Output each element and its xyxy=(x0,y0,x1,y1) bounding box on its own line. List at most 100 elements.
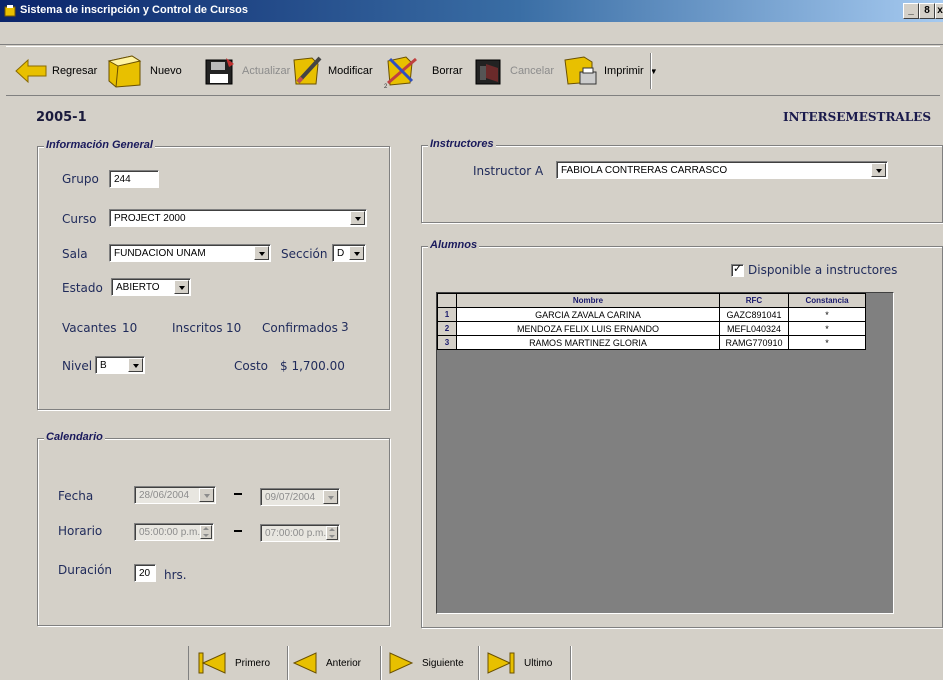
period-label: 2005-1 xyxy=(36,110,87,125)
instructor-value: FABIOLA CONTRERAS CARRASCO xyxy=(561,165,728,176)
grupo-label: Grupo xyxy=(62,172,99,186)
cancelar-button[interactable]: Cancelar xyxy=(472,51,554,91)
primero-button[interactable]: Primero xyxy=(188,646,288,680)
hora-inicio-field[interactable]: 05:00:00 p.m. xyxy=(134,523,214,541)
minimize-button[interactable]: _ xyxy=(903,3,919,19)
sala-value: FUNDACION UNAM xyxy=(114,248,206,259)
toolbar: Regresar Nuevo Actualizar Modificar 2 Bo… xyxy=(6,46,940,96)
nuevo-button[interactable]: Nuevo xyxy=(106,51,182,91)
nivel-select[interactable]: B xyxy=(95,356,145,374)
spinner-icon[interactable] xyxy=(200,525,212,539)
modificar-button[interactable]: Modificar xyxy=(290,51,373,91)
confirmados-value: 3 xyxy=(341,320,349,334)
curso-select[interactable]: PROJECT 2000 xyxy=(109,209,367,227)
toolbar-separator xyxy=(650,53,652,89)
fecha-inicio-picker[interactable]: 28/06/2004 xyxy=(134,486,216,504)
calendar-dropdown-icon[interactable] xyxy=(323,490,338,504)
window-title: Sistema de inscripción y Control de Curs… xyxy=(20,4,248,16)
chevron-down-icon[interactable] xyxy=(871,163,886,177)
fecha-inicio-value: 28/06/2004 xyxy=(139,490,190,501)
calendar-legend: Calendario xyxy=(44,431,105,443)
row-number: 1 xyxy=(437,307,457,322)
cell-rfc[interactable]: GAZC891041 xyxy=(719,307,789,322)
window-titlebar: Sistema de inscripción y Control de Curs… xyxy=(0,0,943,22)
chevron-down-icon[interactable] xyxy=(128,358,143,372)
cell-nombre[interactable]: MENDOZA FELIX LUIS ERNANDO xyxy=(456,321,720,336)
duracion-unit: hrs. xyxy=(164,568,187,582)
ultimo-button[interactable]: Ultimo xyxy=(480,646,571,680)
general-info-legend: Información General xyxy=(44,139,155,151)
fecha-label: Fecha xyxy=(58,489,94,503)
estado-label: Estado xyxy=(62,281,103,295)
row-number: 3 xyxy=(437,335,457,350)
estado-select[interactable]: ABIERTO xyxy=(111,278,191,296)
sala-label: Sala xyxy=(62,247,88,261)
seccion-label: Sección xyxy=(281,247,328,261)
print-folder-icon xyxy=(564,56,597,85)
costo-label: Costo xyxy=(234,359,269,373)
vacantes-label: Vacantes xyxy=(62,321,117,335)
curso-label: Curso xyxy=(62,212,97,226)
close-button[interactable]: x xyxy=(935,3,943,19)
siguiente-button[interactable]: Siguiente xyxy=(382,646,479,680)
duracion-field[interactable]: 20 xyxy=(134,564,156,582)
column-header-constancia[interactable]: Constancia xyxy=(788,293,866,308)
seccion-select[interactable]: D xyxy=(332,244,366,262)
hora-fin-field[interactable]: 07:00:00 p.m. xyxy=(260,524,340,542)
last-record-icon xyxy=(487,652,515,674)
table-header-row: Nombre RFC Constancia xyxy=(437,293,866,308)
table-row[interactable]: 3 RAMOS MARTINEZ GLORIA RAMG770910 * xyxy=(437,335,866,350)
hora-inicio-value: 05:00:00 p.m. xyxy=(139,527,201,538)
maximize-button[interactable]: 8 xyxy=(919,3,935,19)
imprimir-button[interactable]: Imprimir ▼ xyxy=(562,51,658,91)
borrar-button[interactable]: 2 Borrar xyxy=(382,51,463,91)
spinner-icon[interactable] xyxy=(326,526,338,540)
chevron-down-icon[interactable] xyxy=(174,280,189,294)
svg-text:2: 2 xyxy=(384,84,388,89)
anterior-button[interactable]: Anterior xyxy=(286,646,381,680)
seccion-value: D xyxy=(337,248,345,259)
students-table: Nombre RFC Constancia 1 GARCIA ZAVALA CA… xyxy=(437,293,866,350)
instructor-label: Instructor A xyxy=(473,164,544,178)
vacantes-value: 10 xyxy=(122,321,138,335)
column-header-rfc[interactable]: RFC xyxy=(719,293,789,308)
sala-select[interactable]: FUNDACION UNAM xyxy=(109,244,271,262)
delete-eraser-icon: 2 xyxy=(384,56,417,89)
column-header-nombre[interactable]: Nombre xyxy=(456,293,720,308)
cell-constancia[interactable]: * xyxy=(788,335,866,350)
fecha-fin-picker[interactable]: 09/07/2004 xyxy=(260,488,340,506)
row-number: 2 xyxy=(437,321,457,336)
regresar-button[interactable]: Regresar xyxy=(14,51,97,91)
cell-rfc[interactable]: RAMG770910 xyxy=(719,335,789,350)
disponible-label: Disponible a instructores xyxy=(748,263,898,277)
new-folder-icon xyxy=(107,55,142,88)
calendar-dropdown-icon[interactable] xyxy=(199,488,214,502)
next-record-icon xyxy=(389,652,414,674)
menu-bar xyxy=(0,22,943,45)
table-row[interactable]: 1 GARCIA ZAVALA CARINA GAZC891041 * xyxy=(437,307,866,322)
students-legend: Alumnos xyxy=(428,239,480,251)
fecha-fin-value: 09/07/2004 xyxy=(265,492,316,503)
curso-value: PROJECT 2000 xyxy=(114,213,186,224)
duracion-label: Duración xyxy=(58,563,113,577)
students-grid[interactable]: Nombre RFC Constancia 1 GARCIA ZAVALA CA… xyxy=(436,292,894,614)
range-dash xyxy=(234,493,242,495)
table-row[interactable]: 2 MENDOZA FELIX LUIS ERNANDO MEFL040324 … xyxy=(437,321,866,336)
chevron-down-icon[interactable] xyxy=(350,211,365,225)
grupo-field[interactable]: 244 xyxy=(109,170,159,188)
disponible-checkbox[interactable] xyxy=(731,262,744,277)
chevron-down-icon[interactable] xyxy=(254,246,269,260)
instructor-select[interactable]: FABIOLA CONTRERAS CARRASCO xyxy=(556,161,888,179)
chevron-down-icon[interactable] xyxy=(349,246,364,260)
horario-label: Horario xyxy=(58,524,103,538)
cell-rfc[interactable]: MEFL040324 xyxy=(719,321,789,336)
estado-value: ABIERTO xyxy=(116,282,160,293)
nivel-value: B xyxy=(100,360,107,371)
cell-nombre[interactable]: GARCIA ZAVALA CARINA xyxy=(456,307,720,322)
cell-constancia[interactable]: * xyxy=(788,321,866,336)
save-disk-icon xyxy=(205,58,234,85)
cell-constancia[interactable]: * xyxy=(788,307,866,322)
back-arrow-icon xyxy=(15,58,47,84)
cell-nombre[interactable]: RAMOS MARTINEZ GLORIA xyxy=(456,335,720,350)
actualizar-button[interactable]: Actualizar xyxy=(202,51,290,91)
